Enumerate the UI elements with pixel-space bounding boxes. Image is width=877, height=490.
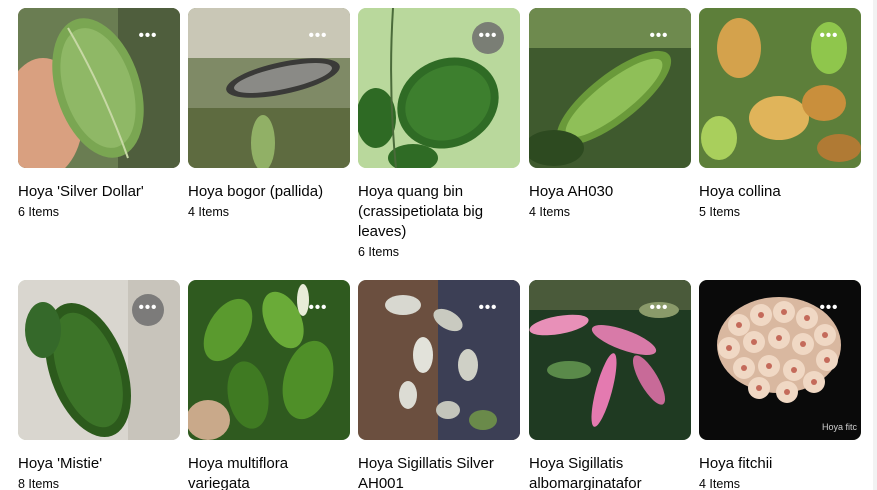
more-options-icon: •••	[819, 26, 839, 44]
collection-thumbnail[interactable]: •••	[358, 280, 520, 440]
collection-thumbnail[interactable]: •••	[699, 8, 861, 168]
collection-title[interactable]: Hoya fitchii	[699, 454, 861, 474]
collection-card[interactable]: ••• Hoya collina 5 Items	[699, 8, 861, 220]
collection-title[interactable]: Hoya 'Mistie'	[18, 454, 180, 474]
collection-card[interactable]: ••• Hoya fitc Hoya fitchii 4 Items	[699, 280, 861, 490]
collection-thumbnail[interactable]: •••	[529, 8, 691, 168]
collection-item-count: 4 Items	[529, 205, 570, 219]
more-options-button[interactable]: •••	[472, 22, 504, 54]
collection-card[interactable]: ••• Hoya AH030 4 Items	[529, 8, 691, 220]
collection-thumbnail[interactable]: •••	[18, 8, 180, 168]
collection-thumbnail[interactable]: •••	[188, 8, 350, 168]
more-options-button[interactable]: •••	[302, 294, 334, 326]
collection-title[interactable]: Hoya collina	[699, 182, 861, 202]
collection-title[interactable]: Hoya bogor (pallida)	[188, 182, 350, 202]
more-options-button[interactable]: •••	[132, 22, 164, 54]
more-options-icon: •••	[308, 26, 328, 44]
collection-thumbnail[interactable]: •••	[18, 280, 180, 440]
more-options-icon: •••	[819, 298, 839, 316]
collection-item-count: 4 Items	[699, 477, 740, 490]
collection-item-count: 6 Items	[18, 205, 59, 219]
collection-title[interactable]: Hoya Sigillatis albomarginatafor	[529, 454, 691, 490]
collection-title[interactable]: Hoya quang bin (crassipetiolata big leav…	[358, 182, 520, 242]
collection-item-count: 4 Items	[188, 205, 229, 219]
collection-thumbnail[interactable]: •••	[358, 8, 520, 168]
more-options-icon: •••	[649, 26, 669, 44]
more-options-icon: •••	[478, 298, 498, 316]
collection-card[interactable]: ••• Hoya 'Mistie' 8 Items	[18, 280, 180, 490]
collection-title[interactable]: Hoya multiflora variegata	[188, 454, 350, 490]
more-options-button[interactable]: •••	[132, 294, 164, 326]
collection-card[interactable]: ••• Hoya 'Silver Dollar' 6 Items	[18, 8, 180, 220]
collection-title[interactable]: Hoya 'Silver Dollar'	[18, 182, 180, 202]
more-options-button[interactable]: •••	[813, 22, 845, 54]
collection-card[interactable]: ••• Hoya multiflora variegata	[188, 280, 350, 490]
more-options-icon: •••	[138, 26, 158, 44]
collection-item-count: 5 Items	[699, 205, 740, 219]
collection-thumbnail[interactable]: •••	[529, 280, 691, 440]
collection-title[interactable]: Hoya Sigillatis Silver AH001	[358, 454, 520, 490]
more-options-button[interactable]: •••	[643, 22, 675, 54]
more-options-icon: •••	[478, 26, 498, 44]
collection-item-count: 8 Items	[18, 477, 59, 490]
scrollbar[interactable]	[873, 0, 877, 490]
more-options-icon: •••	[649, 298, 669, 316]
photo-watermark: Hoya fitc	[821, 422, 857, 432]
collection-card[interactable]: ••• Hoya Sigillatis Silver AH001	[358, 280, 520, 490]
more-options-button[interactable]: •••	[472, 294, 504, 326]
more-options-icon: •••	[308, 298, 328, 316]
collection-title[interactable]: Hoya AH030	[529, 182, 691, 202]
more-options-button[interactable]: •••	[813, 294, 845, 326]
collection-card[interactable]: ••• Hoya quang bin (crassipetiolata big …	[358, 8, 520, 260]
more-options-icon: •••	[138, 298, 158, 316]
more-options-button[interactable]: •••	[643, 294, 675, 326]
more-options-button[interactable]: •••	[302, 22, 334, 54]
collection-thumbnail[interactable]: ••• Hoya fitc	[699, 280, 861, 440]
collection-card[interactable]: ••• Hoya bogor (pallida) 4 Items	[188, 8, 350, 220]
collection-thumbnail[interactable]: •••	[188, 280, 350, 440]
collection-card[interactable]: ••• Hoya Sigillatis albomarginatafor	[529, 280, 691, 490]
collection-item-count: 6 Items	[358, 245, 399, 259]
